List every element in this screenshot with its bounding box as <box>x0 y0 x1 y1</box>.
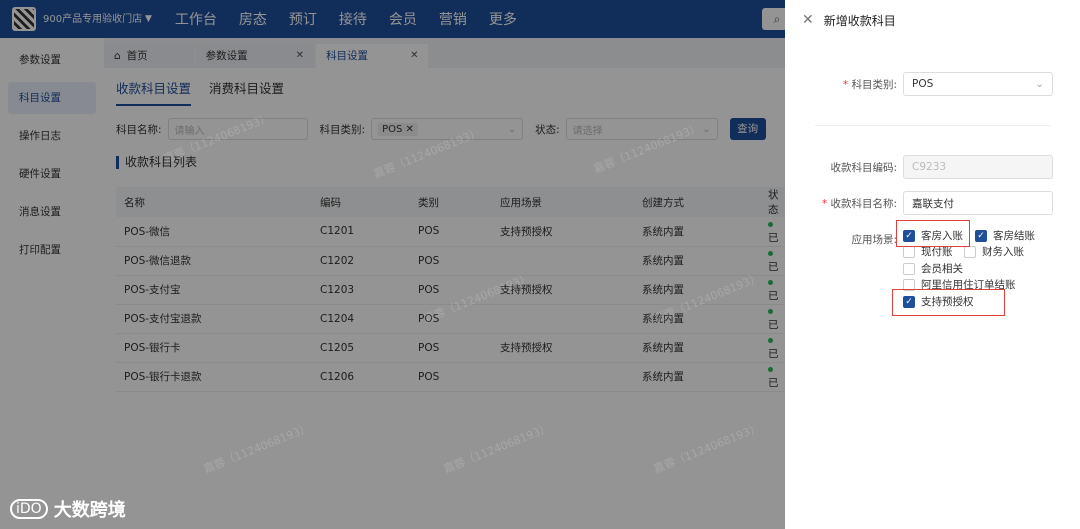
checkbox-box <box>964 245 976 258</box>
checkbox-label: 会员相关 <box>921 263 963 275</box>
watermark: 嘉蓉（1124068193） <box>651 421 763 476</box>
name-label: * 收款科目名称: <box>821 197 897 210</box>
highlight-box <box>896 220 970 247</box>
type-label-text: 科目类别: <box>851 78 897 91</box>
watermark: 嘉蓉（1124068193） <box>371 126 483 181</box>
watermark: 嘉蓉（1124068193） <box>201 421 313 476</box>
watermark: 嘉蓉（1124068193） <box>421 271 533 326</box>
name-row: * 收款科目名称: 嘉联支付 <box>815 191 1053 215</box>
checkbox-box: ✓ <box>975 229 987 242</box>
close-icon[interactable]: ✕ <box>802 12 814 28</box>
checkbox-label: 财务入账 <box>982 246 1024 258</box>
checkbox-label: 客房结账 <box>993 230 1035 242</box>
scene-checkbox-member[interactable]: 会员相关 <box>903 261 963 276</box>
type-select[interactable]: POS ⌄ <box>903 72 1053 96</box>
scene-label: 应用场景: <box>851 234 897 246</box>
type-row: * 科目类别: POS ⌄ <box>835 72 1053 96</box>
watermark: 嘉蓉（1124068193） <box>591 121 703 176</box>
footer-logo: iDO 大数跨境 <box>10 496 126 522</box>
name-field[interactable]: 嘉联支付 <box>903 191 1053 215</box>
scene-checkbox-finance[interactable]: 财务入账 <box>964 244 1024 259</box>
modal-overlay[interactable]: 嘉蓉（1124068193） 嘉蓉（1124068193） 嘉蓉（1124068… <box>0 0 785 529</box>
watermark: 嘉蓉（1124068193） <box>651 271 763 326</box>
watermark: 嘉蓉（1124068193） <box>161 111 273 166</box>
highlight-box <box>892 289 1005 316</box>
code-label: 收款科目编码: <box>830 161 897 174</box>
type-label: * 科目类别: <box>842 78 897 91</box>
type-value: POS <box>912 78 934 90</box>
scene-checkbox-guest-checkout[interactable]: ✓ 客房结账 <box>975 228 1035 243</box>
code-row: 收款科目编码: C9233 <box>815 155 1053 179</box>
drawer-title: 新增收款科目 <box>823 13 896 28</box>
scene-row: 应用场景: <box>815 232 897 247</box>
watermark: 嘉蓉（1124068193） <box>441 421 553 476</box>
code-field: C9233 <box>903 155 1053 179</box>
divider <box>815 125 1051 126</box>
chevron-down-icon: ⌄ <box>1035 78 1044 90</box>
name-label-text: 收款科目名称: <box>830 197 897 210</box>
brand-mark: iDO <box>10 499 48 519</box>
checkbox-box <box>903 262 915 275</box>
footer-logo-text: 大数跨境 <box>53 500 126 521</box>
checkbox-box <box>903 245 915 258</box>
